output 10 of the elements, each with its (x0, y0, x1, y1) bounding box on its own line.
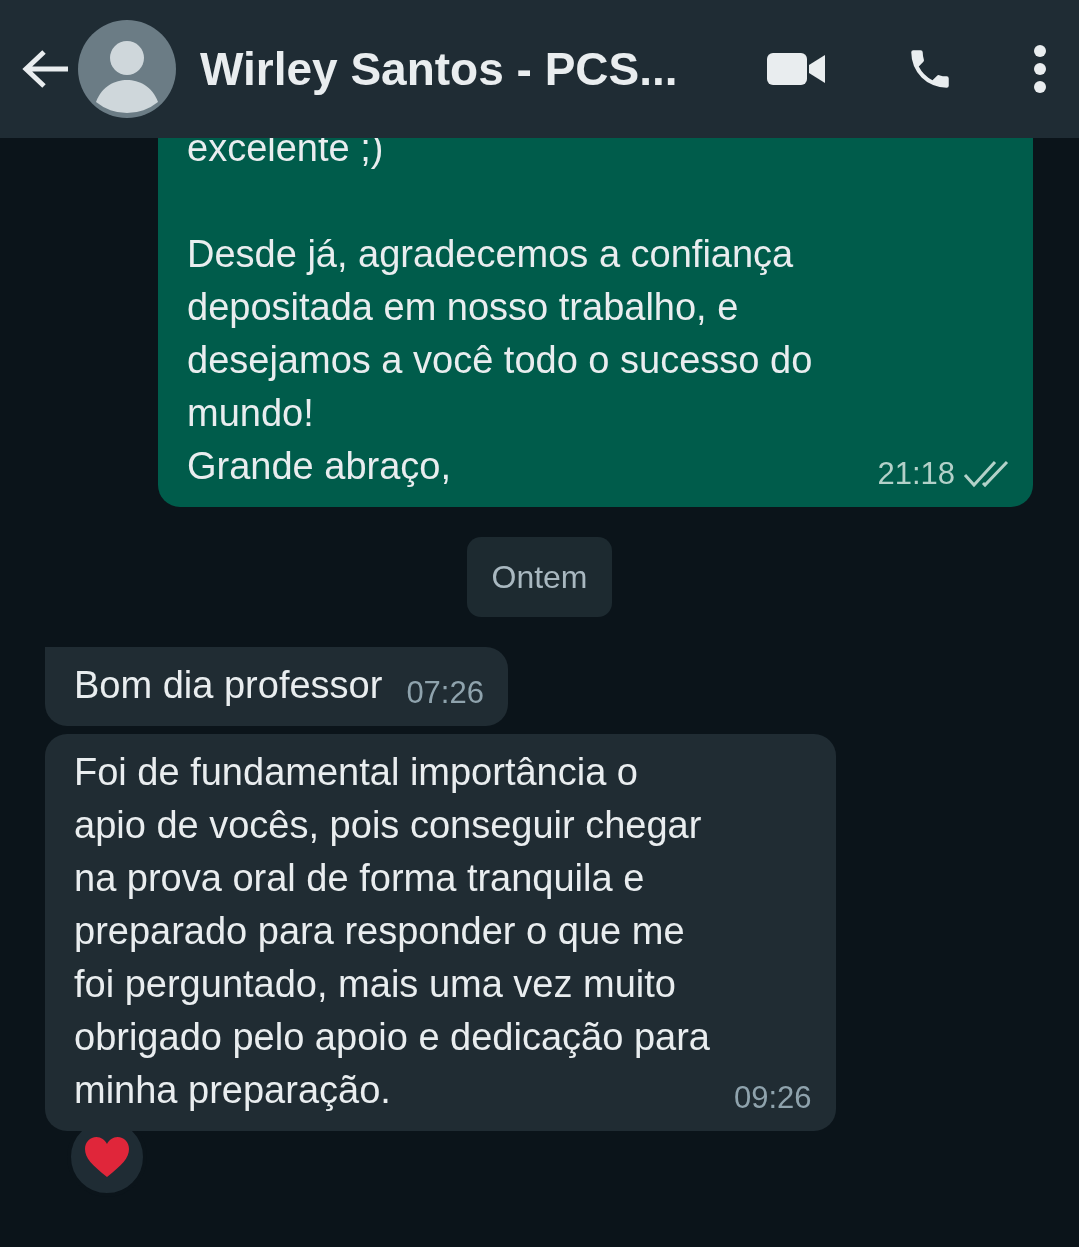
message-time: 07:26 (406, 677, 484, 708)
avatar-icon[interactable] (78, 20, 176, 118)
heart-icon (84, 1136, 130, 1178)
back-arrow-icon[interactable] (22, 49, 70, 89)
menu-icon[interactable] (1033, 45, 1047, 93)
message-text: Foi de fundamental importância o apio de vocês, pois conseguir chegar na prova oral de forma tranquila e preparado para responder o que me foi perguntado, mais uma vez muito obrigado pelo apoio e dedicação para minha preparação. (74, 750, 710, 1113)
message-text: Bom dia professor (74, 663, 383, 708)
video-call-icon[interactable] (767, 51, 825, 87)
message-time: 21:18 (877, 458, 955, 489)
message-time: 09:26 (733, 1082, 812, 1113)
